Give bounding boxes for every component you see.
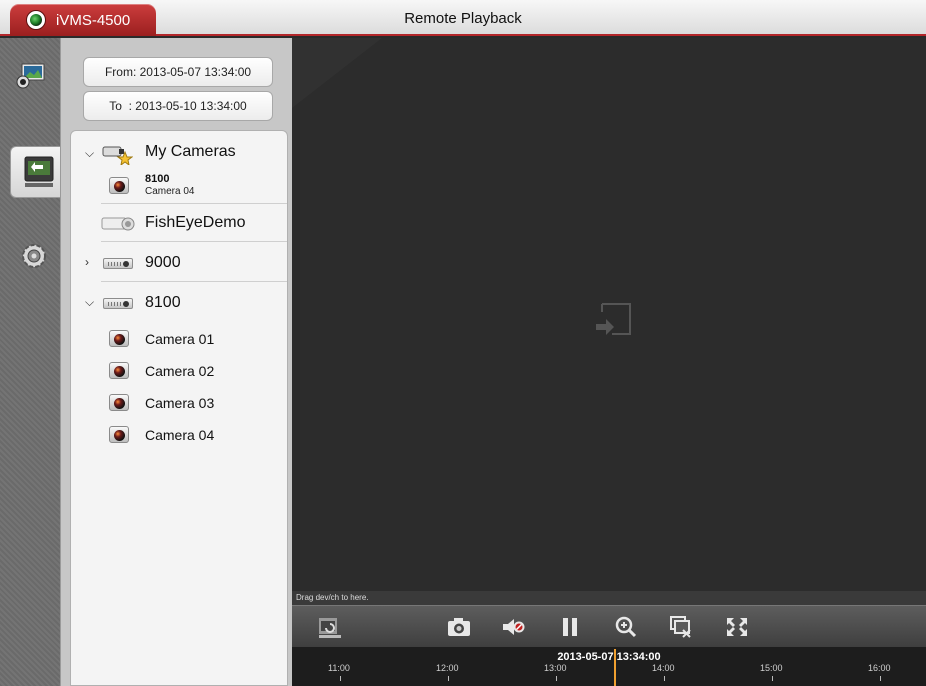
tick-mark bbox=[880, 676, 881, 681]
camera-icon bbox=[109, 394, 129, 411]
tree-label: 9000 bbox=[145, 254, 181, 271]
tree-item-favorite[interactable]: 8100 Camera 04 bbox=[71, 169, 287, 201]
timeline-tick: 14:00 bbox=[652, 663, 675, 673]
divider bbox=[101, 203, 287, 204]
tree-group-my-cameras[interactable]: ⌵ My Cameras bbox=[71, 137, 287, 169]
chevron-right-icon[interactable]: › bbox=[85, 255, 89, 269]
dvr-device-icon bbox=[103, 298, 133, 309]
left-nav bbox=[0, 38, 68, 686]
device-tree: ⌵ My Cameras 8100 Camera 04 FishEyeDemo … bbox=[70, 130, 288, 686]
app-window: iVMS-4500 Remote Playback From: 2013-05-… bbox=[0, 0, 926, 686]
timeline-tick: 16:00 bbox=[868, 663, 891, 673]
playback-type-icon[interactable] bbox=[316, 614, 344, 640]
stop-all-icon[interactable] bbox=[667, 614, 695, 640]
playback-window[interactable]: Drag dev/ch to here. bbox=[292, 38, 926, 605]
chevron-down-icon[interactable]: ⌵ bbox=[85, 295, 94, 310]
camera-label: Camera 01 bbox=[145, 331, 215, 347]
tree-label: FishEyeDemo bbox=[145, 214, 246, 231]
playback-toolbar bbox=[292, 605, 926, 647]
tick-mark bbox=[772, 676, 773, 681]
start-time-button[interactable]: From: 2013-05-07 13:34:00 bbox=[83, 57, 273, 87]
timeline-tick: 13:00 bbox=[544, 663, 567, 673]
timeline-tick: 11:00 bbox=[328, 663, 350, 673]
divider bbox=[101, 281, 287, 282]
camera-label: Camera 04 bbox=[145, 427, 215, 443]
chevron-down-icon[interactable]: ⌵ bbox=[85, 146, 94, 161]
pause-icon[interactable] bbox=[556, 614, 584, 640]
mute-icon[interactable] bbox=[500, 614, 528, 640]
tick-mark bbox=[340, 676, 341, 681]
timeline[interactable]: 2013-05-07 13:34:00 11:00 12:00 13:00 14… bbox=[292, 647, 926, 686]
device-name: 8100 bbox=[145, 173, 170, 185]
camera-icon bbox=[109, 362, 129, 379]
timeline-cursor[interactable] bbox=[614, 649, 616, 686]
tick-mark bbox=[664, 676, 665, 681]
tick-mark bbox=[448, 676, 449, 681]
drag-hint: Drag dev/ch to here. bbox=[292, 591, 926, 605]
dvr-device-icon bbox=[103, 258, 133, 269]
tree-item-camera[interactable]: Camera 02 bbox=[71, 355, 287, 385]
zoom-in-icon[interactable] bbox=[612, 614, 640, 640]
tree-group-9000[interactable]: › 9000 bbox=[71, 247, 287, 279]
timeline-tick: 12:00 bbox=[436, 663, 459, 673]
tick-mark bbox=[556, 676, 557, 681]
nav-settings[interactable] bbox=[8, 234, 56, 282]
tree-label: 8100 bbox=[145, 294, 181, 311]
camera-icon bbox=[109, 426, 129, 443]
fisheye-device-icon bbox=[101, 217, 135, 231]
tree-item-fisheye[interactable]: FishEyeDemo bbox=[71, 207, 287, 239]
timeline-tick: 15:00 bbox=[760, 663, 783, 673]
tree-item-camera[interactable]: Camera 04 bbox=[71, 419, 287, 449]
window-title: Remote Playback bbox=[404, 10, 522, 27]
nav-live-view[interactable] bbox=[8, 54, 56, 102]
tree-item-camera[interactable]: Camera 01 bbox=[71, 323, 287, 353]
corner-highlight bbox=[292, 38, 382, 108]
device-panel: From: 2013-05-07 13:34:00 To : 2013-05-1… bbox=[60, 38, 292, 686]
live-view-icon bbox=[16, 63, 45, 89]
tree-label: My Cameras bbox=[145, 143, 236, 160]
camera-label: Camera 03 bbox=[145, 395, 215, 411]
camera-icon bbox=[109, 330, 129, 347]
tree-group-8100[interactable]: ⌵ 8100 bbox=[71, 287, 287, 319]
divider bbox=[101, 241, 287, 242]
snapshot-icon[interactable] bbox=[445, 614, 473, 640]
camera-icon bbox=[109, 177, 129, 194]
favorite-camera-icon bbox=[102, 146, 133, 165]
end-time-button[interactable]: To : 2013-05-10 13:34:00 bbox=[83, 91, 273, 121]
title-bar: iVMS-4500 Remote Playback bbox=[0, 0, 926, 36]
fullscreen-icon[interactable] bbox=[723, 614, 751, 640]
drop-target-icon bbox=[596, 303, 631, 335]
gear-icon bbox=[22, 244, 46, 268]
timeline-cursor-time: 2013-05-07 13:34:00 bbox=[557, 651, 661, 663]
camera-label: Camera 02 bbox=[145, 363, 215, 379]
tree-item-camera[interactable]: Camera 03 bbox=[71, 387, 287, 417]
channel-name: Camera 04 bbox=[145, 186, 195, 197]
